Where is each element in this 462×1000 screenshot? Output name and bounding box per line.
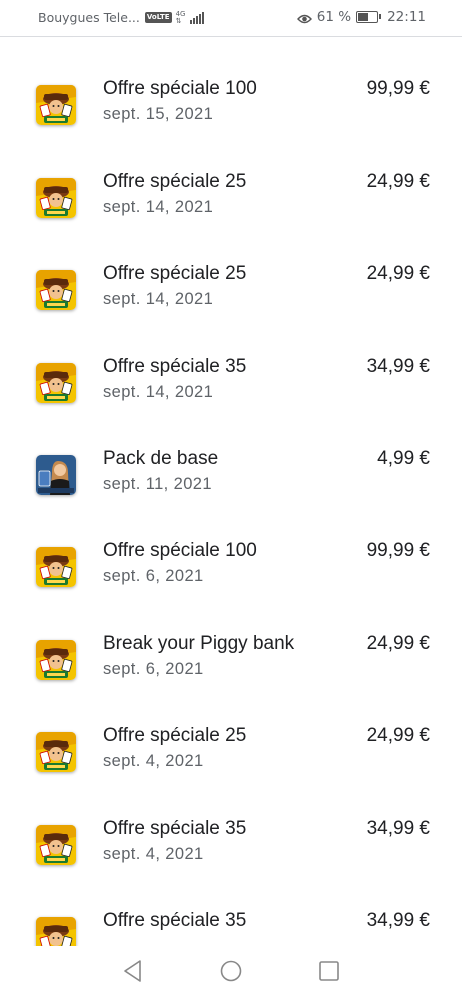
purchase-price: 34,99 € (366, 817, 430, 839)
game-app-icon (36, 824, 76, 865)
battery-percent: 61 % (316, 9, 352, 25)
recent-square-icon[interactable] (314, 956, 344, 986)
game-app-icon (36, 639, 76, 680)
purchase-title: Offre spéciale 25 (103, 170, 247, 192)
back-triangle-icon[interactable] (118, 956, 148, 986)
battery-icon (356, 11, 382, 23)
purchase-date: sept. 4, 2021 (103, 752, 204, 771)
purchase-title: Pack de base (103, 447, 219, 469)
clock: 22:11 (387, 9, 426, 25)
purchase-title: Offre spéciale 100 (103, 78, 257, 100)
purchase-price: 24,99 € (366, 263, 430, 285)
purchase-item[interactable]: Offre spéciale 25 sept. 14, 2021 24,99 € (0, 144, 462, 236)
network-type: 4G ⇅ (175, 10, 186, 25)
status-bar: Bouygues Tele... VoLTE 4G ⇅ 61 % 22:11 (0, 0, 462, 36)
purchase-date: sept. 14, 2021 (103, 382, 214, 401)
purchase-title: Offre spéciale 35 (103, 817, 247, 839)
purchase-title: Offre spéciale 25 (103, 725, 247, 747)
volte-badge: VoLTE (144, 12, 172, 23)
signal-icon (190, 11, 205, 24)
purchase-item[interactable]: Offre spéciale 100 sept. 15, 2021 99,99 € (0, 51, 462, 143)
purchase-title: Offre spéciale 25 (103, 263, 247, 285)
purchase-title: Offre spéciale 100 (103, 540, 257, 562)
purchase-price: 24,99 € (366, 632, 430, 654)
purchase-price: 34,99 € (366, 355, 430, 377)
purchase-date: sept. 4, 2021 (103, 844, 204, 863)
purchase-item[interactable]: Pack de base sept. 11, 2021 4,99 € (0, 421, 462, 513)
home-circle-icon[interactable] (216, 956, 246, 986)
purchase-price: 99,99 € (366, 78, 430, 100)
purchase-date: sept. 14, 2021 (103, 197, 214, 216)
purchase-item[interactable]: Offre spéciale 100 sept. 6, 2021 99,99 € (0, 513, 462, 605)
purchase-item[interactable]: Offre spéciale 35 sept. 14, 2021 34,99 € (0, 329, 462, 421)
purchase-price: 99,99 € (366, 540, 430, 562)
purchase-price: 34,99 € (366, 909, 430, 931)
purchase-price: 24,99 € (366, 725, 430, 747)
game-app-icon (36, 85, 76, 126)
purchase-date: sept. 11, 2021 (103, 474, 212, 493)
eye-comfort-icon (296, 12, 312, 24)
purchase-price: 24,99 € (366, 170, 430, 192)
poker-app-icon (36, 454, 76, 495)
status-left: Bouygues Tele... VoLTE 4G ⇅ (38, 10, 205, 25)
purchase-item[interactable]: Offre spéciale 25 sept. 14, 2021 24,99 € (0, 236, 462, 328)
purchase-history-list[interactable]: Offre spéciale 35sept. 16, 2021Offre spé… (0, 0, 462, 975)
purchase-item[interactable]: Offre spéciale 25 sept. 4, 2021 24,99 € (0, 698, 462, 790)
purchase-item[interactable]: Offre spéciale 35 sept. 4, 2021 34,99 € (0, 791, 462, 883)
purchase-item[interactable]: Break your Piggy bank sept. 6, 2021 24,99 … (0, 606, 462, 698)
game-app-icon (36, 547, 76, 588)
purchase-price: 4,99 € (377, 447, 430, 469)
game-app-icon (36, 362, 76, 403)
carrier-name: Bouygues Tele... (38, 10, 140, 25)
purchase-title: Offre spéciale 35 (103, 355, 247, 377)
purchase-date: sept. 14, 2021 (103, 290, 214, 309)
purchase-date: sept. 6, 2021 (103, 659, 204, 678)
purchase-title: Offre spéciale 35 (103, 909, 247, 931)
game-app-icon (36, 732, 76, 773)
navigation-bar (0, 946, 462, 1000)
status-right: 61 % 22:11 (296, 9, 426, 25)
header-divider (0, 36, 462, 37)
game-app-icon (36, 270, 76, 311)
data-arrows-icon: ⇅ (175, 16, 182, 25)
game-app-icon (36, 177, 76, 218)
purchase-date: sept. 6, 2021 (103, 567, 204, 586)
purchase-date: sept. 15, 2021 (103, 105, 214, 124)
purchase-title: Break your Piggy bank (103, 632, 295, 654)
